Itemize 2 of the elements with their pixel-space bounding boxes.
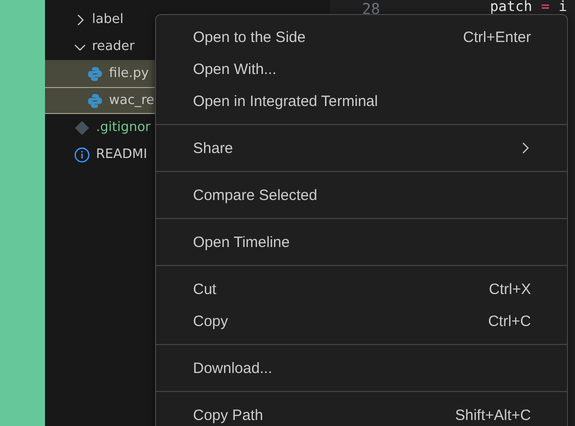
line-number: 28 (360, 0, 380, 18)
code-line: patch = i (490, 0, 568, 14)
